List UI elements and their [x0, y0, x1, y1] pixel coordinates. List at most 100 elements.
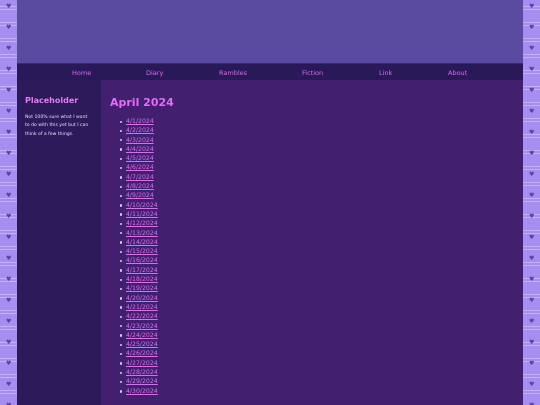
right-pattern-margin: ♥♥♥♥♥♥♥♥♥♥♥♥♥♥♥♥♥♥♥♥ — [523, 0, 540, 405]
list-item: 4/22/2024 — [120, 312, 158, 321]
heart-icon: ♥ — [529, 213, 535, 220]
post-link[interactable]: 4/14/2024 — [126, 239, 158, 246]
post-link[interactable]: 4/22/2024 — [126, 313, 158, 320]
post-link[interactable]: 4/10/2024 — [126, 202, 158, 209]
post-link[interactable]: 4/16/2024 — [126, 257, 158, 264]
post-link[interactable]: 4/11/2024 — [126, 211, 158, 218]
post-link[interactable]: 4/6/2024 — [126, 164, 154, 171]
list-item: 4/4/2024 — [120, 145, 158, 154]
heart-icon: ♥ — [529, 234, 535, 241]
list-item: 4/20/2024 — [120, 294, 158, 303]
heart-icon: ♥ — [529, 150, 535, 157]
post-link[interactable]: 4/18/2024 — [126, 276, 158, 283]
heart-icon: ♥ — [529, 360, 535, 367]
list-item: 4/9/2024 — [120, 191, 158, 200]
heart-icon: ♥ — [6, 213, 12, 220]
list-item: 4/6/2024 — [120, 163, 158, 172]
heart-icon: ♥ — [6, 234, 12, 241]
heart-icon: ♥ — [529, 24, 535, 31]
nav-home-link[interactable]: Home — [72, 69, 91, 77]
nav-diary-link[interactable]: Diary — [146, 69, 163, 77]
heart-icon: ♥ — [6, 297, 12, 304]
post-link[interactable]: 4/25/2024 — [126, 341, 158, 348]
heart-icon: ♥ — [6, 66, 12, 73]
post-link[interactable]: 4/15/2024 — [126, 248, 158, 255]
heart-icon: ♥ — [6, 171, 12, 178]
heart-icon: ♥ — [6, 318, 12, 325]
content-area: Placeholder Not 100% sure what I want to… — [17, 80, 523, 405]
list-item: 4/25/2024 — [120, 340, 158, 349]
post-link[interactable]: 4/1/2024 — [126, 118, 154, 125]
heart-icon: ♥ — [529, 171, 535, 178]
list-item: 4/13/2024 — [120, 229, 158, 238]
post-link[interactable]: 4/2/2024 — [126, 127, 154, 134]
nav-link-link[interactable]: Link — [379, 69, 392, 77]
list-item: 4/24/2024 — [120, 331, 158, 340]
heart-icon: ♥ — [6, 87, 12, 94]
list-item: 4/27/2024 — [120, 359, 158, 368]
list-item: 4/29/2024 — [120, 377, 158, 386]
heart-icon: ♥ — [529, 255, 535, 262]
post-link[interactable]: 4/23/2024 — [126, 323, 158, 330]
nav-about-link[interactable]: About — [448, 69, 467, 77]
list-item: 4/2/2024 — [120, 126, 158, 135]
list-item: 4/7/2024 — [120, 173, 158, 182]
post-link[interactable]: 4/8/2024 — [126, 183, 154, 190]
list-item: 4/17/2024 — [120, 266, 158, 275]
left-pattern-margin: ♥♥♥♥♥♥♥♥♥♥♥♥♥♥♥♥♥♥♥♥ — [0, 0, 17, 405]
heart-icon: ♥ — [529, 87, 535, 94]
heart-icon: ♥ — [529, 297, 535, 304]
sidebar: Placeholder Not 100% sure what I want to… — [17, 80, 101, 405]
post-link[interactable]: 4/20/2024 — [126, 295, 158, 302]
top-nav: Home Diary Rambles Fiction Link About — [17, 63, 523, 80]
post-link[interactable]: 4/12/2024 — [126, 220, 158, 227]
post-link[interactable]: 4/3/2024 — [126, 137, 154, 144]
post-link[interactable]: 4/19/2024 — [126, 285, 158, 292]
heart-icon: ♥ — [529, 381, 535, 388]
post-link[interactable]: 4/4/2024 — [126, 146, 154, 153]
list-item: 4/30/2024 — [120, 387, 158, 396]
heart-icon: ♥ — [529, 108, 535, 115]
post-link[interactable]: 4/24/2024 — [126, 332, 158, 339]
list-item: 4/18/2024 — [120, 275, 158, 284]
list-item: 4/14/2024 — [120, 238, 158, 247]
post-link[interactable]: 4/7/2024 — [126, 174, 154, 181]
heart-icon: ♥ — [6, 276, 12, 283]
heart-icon: ♥ — [6, 192, 12, 199]
post-link[interactable]: 4/26/2024 — [126, 350, 158, 357]
sidebar-title: Placeholder — [25, 96, 79, 105]
site-container: Home Diary Rambles Fiction Link About Pl… — [17, 0, 523, 405]
heart-icon: ♥ — [529, 192, 535, 199]
heart-icon: ♥ — [529, 318, 535, 325]
list-item: 4/10/2024 — [120, 201, 158, 210]
post-link[interactable]: 4/30/2024 — [126, 388, 158, 395]
post-list: 4/1/2024 4/2/2024 4/3/2024 4/4/2024 4/5/2024… — [120, 117, 158, 396]
list-item: 4/26/2024 — [120, 349, 158, 358]
heart-icon: ♥ — [6, 108, 12, 115]
post-link[interactable]: 4/21/2024 — [126, 304, 158, 311]
heart-icon: ♥ — [529, 66, 535, 73]
heart-icon: ♥ — [6, 255, 12, 262]
list-item: 4/1/2024 — [120, 117, 158, 126]
list-item: 4/8/2024 — [120, 182, 158, 191]
post-link[interactable]: 4/13/2024 — [126, 230, 158, 237]
post-link[interactable]: 4/29/2024 — [126, 378, 158, 385]
post-link[interactable]: 4/5/2024 — [126, 155, 154, 162]
list-item: 4/11/2024 — [120, 210, 158, 219]
nav-rambles-link[interactable]: Rambles — [219, 69, 247, 77]
post-link[interactable]: 4/9/2024 — [126, 192, 154, 199]
nav-fiction-link[interactable]: Fiction — [302, 69, 323, 77]
list-item: 4/23/2024 — [120, 322, 158, 331]
list-item: 4/5/2024 — [120, 154, 158, 163]
heart-icon: ♥ — [529, 45, 535, 52]
list-item: 4/3/2024 — [120, 136, 158, 145]
sidebar-text: Not 100% sure what I want to do with thi… — [25, 115, 89, 137]
heart-icon: ♥ — [6, 3, 12, 10]
list-item: 4/15/2024 — [120, 247, 158, 256]
post-link[interactable]: 4/17/2024 — [126, 267, 158, 274]
post-link[interactable]: 4/28/2024 — [126, 369, 158, 376]
post-link[interactable]: 4/27/2024 — [126, 360, 158, 367]
list-item: 4/12/2024 — [120, 219, 158, 228]
heart-icon: ♥ — [6, 339, 12, 346]
header-banner — [17, 0, 523, 63]
